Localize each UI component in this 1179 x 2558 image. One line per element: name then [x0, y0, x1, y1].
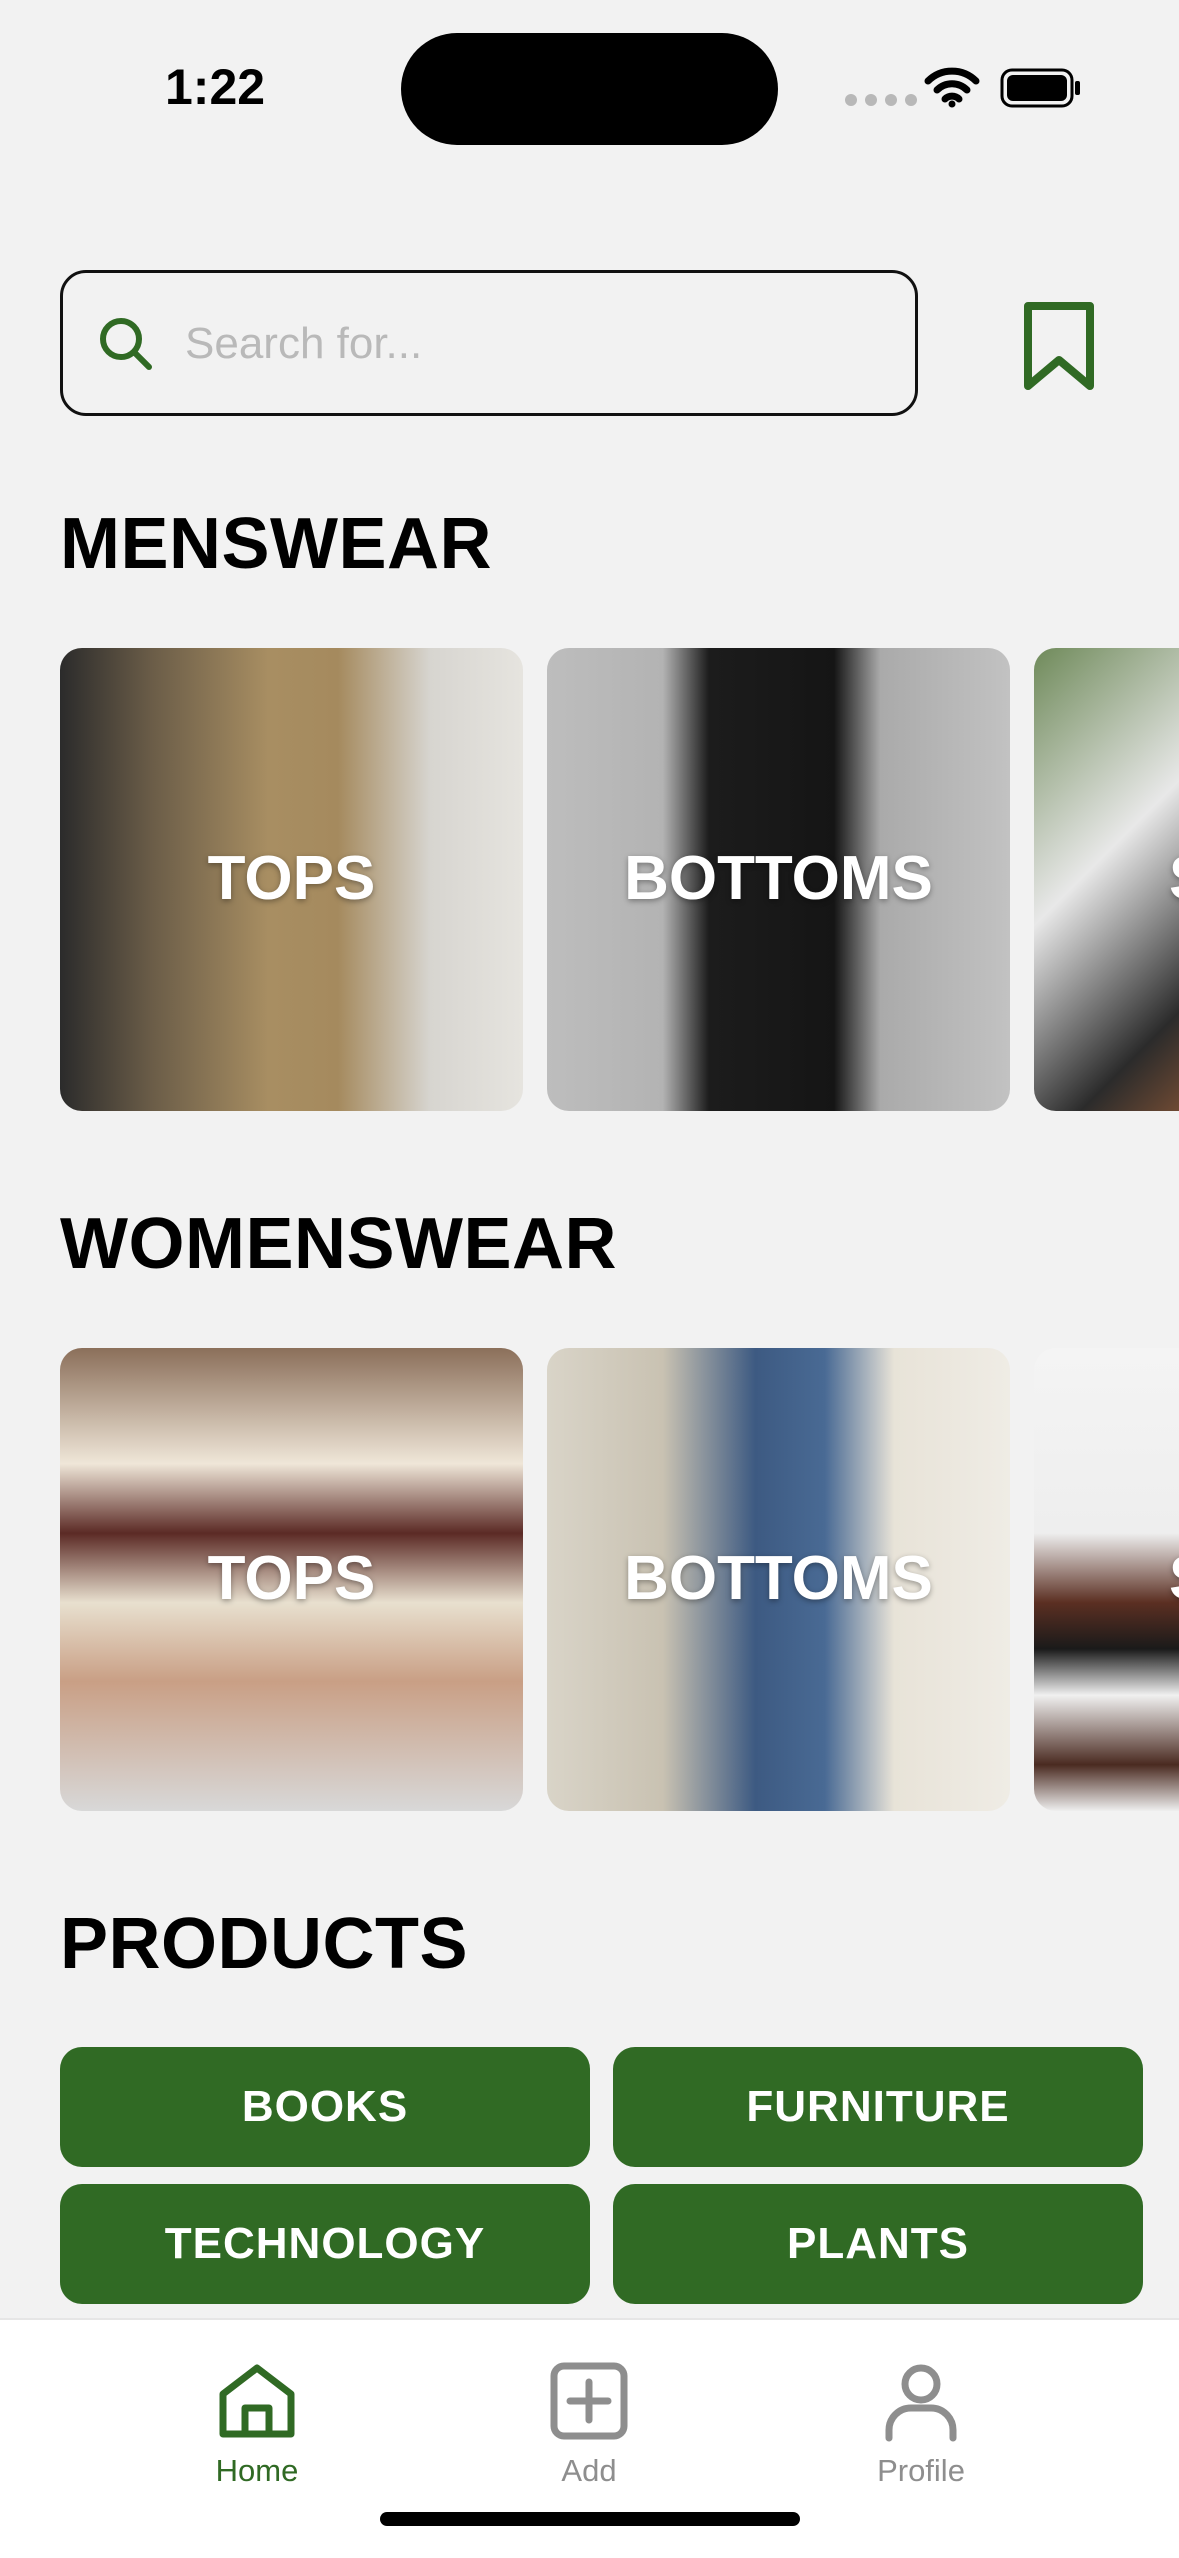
tile-label: S: [1034, 1543, 1179, 1614]
tab-profile[interactable]: Profile: [821, 2360, 1021, 2489]
wifi-icon: [924, 67, 980, 108]
plants-button[interactable]: PLANTS: [613, 2184, 1143, 2304]
womenswear-tops-tile[interactable]: TOPS: [60, 1348, 523, 1811]
tab-label: Profile: [877, 2453, 965, 2488]
home-indicator: [380, 2512, 800, 2526]
menswear-bottoms-tile[interactable]: BOTTOMS: [547, 648, 1010, 1111]
womenswear-title: WOMENSWEAR: [60, 1204, 617, 1284]
products-title: PRODUCTS: [60, 1904, 469, 1984]
battery-icon: [1000, 68, 1080, 108]
add-square-icon: [550, 2362, 628, 2440]
tab-home[interactable]: Home: [157, 2360, 357, 2489]
bookmark-icon[interactable]: [1022, 300, 1096, 392]
tile-label: BOTTOMS: [624, 844, 933, 913]
tile-label: S: [1034, 843, 1179, 914]
technology-button[interactable]: TECHNOLOGY: [60, 2184, 590, 2304]
status-time: 1:22: [165, 59, 266, 115]
tab-label: Home: [215, 2453, 299, 2488]
womenswear-shoes-tile[interactable]: S: [1034, 1348, 1179, 1811]
books-button[interactable]: BOOKS: [60, 2047, 590, 2167]
tile-label: BOTTOMS: [624, 1544, 933, 1613]
menswear-title: MENSWEAR: [60, 504, 492, 584]
menswear-tops-tile[interactable]: TOPS: [60, 648, 523, 1111]
menswear-shoes-tile[interactable]: S: [1034, 648, 1179, 1111]
person-icon: [885, 2364, 957, 2442]
womenswear-bottoms-tile[interactable]: BOTTOMS: [547, 1348, 1010, 1811]
furniture-button[interactable]: FURNITURE: [613, 2047, 1143, 2167]
search-bar[interactable]: [60, 270, 918, 416]
search-input[interactable]: [183, 303, 887, 385]
search-icon: [100, 318, 152, 370]
cellular-signal-icon: [845, 94, 917, 106]
tile-label: TOPS: [207, 844, 376, 913]
home-icon: [219, 2364, 295, 2438]
womenswear-category-row[interactable]: TOPS BOTTOMS S: [60, 1348, 1179, 1811]
tile-label: TOPS: [207, 1544, 376, 1613]
menswear-category-row[interactable]: TOPS BOTTOMS S: [60, 648, 1179, 1111]
tab-label: Add: [561, 2453, 617, 2488]
tab-add[interactable]: Add: [489, 2360, 689, 2489]
dynamic-island: [401, 33, 778, 145]
